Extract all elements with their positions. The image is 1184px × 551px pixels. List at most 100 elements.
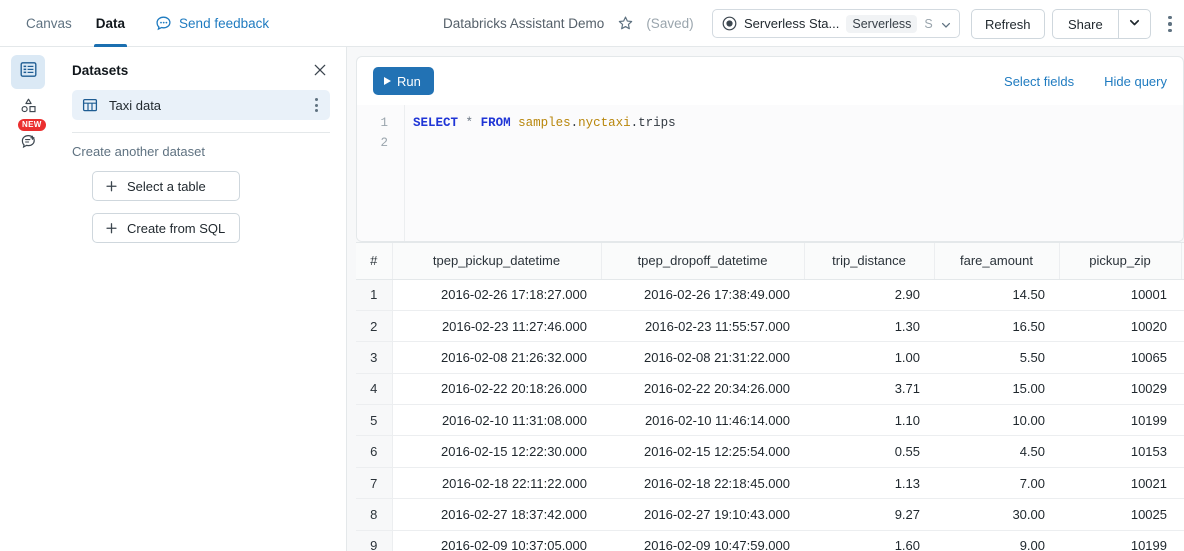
cell-fare-amount: 10.00 bbox=[934, 405, 1059, 436]
table-row[interactable]: 82016-02-27 18:37:42.0002016-02-27 19:10… bbox=[356, 499, 1184, 530]
running-circle-icon bbox=[722, 16, 737, 31]
cell-trip-distance: 2.90 bbox=[804, 279, 934, 310]
send-feedback-label: Send feedback bbox=[179, 16, 269, 31]
rail-item-assistant[interactable]: NEW bbox=[11, 127, 45, 161]
refresh-label: Refresh bbox=[985, 17, 1031, 32]
cell-trip-distance: 1.10 bbox=[804, 405, 934, 436]
cell-trip-distance: 0.55 bbox=[804, 436, 934, 467]
cell-index: 3 bbox=[356, 342, 392, 373]
cell-pickup-datetime: 2016-02-09 10:37:05.000 bbox=[392, 530, 601, 551]
plus-icon bbox=[105, 180, 118, 193]
cell-pickup-datetime: 2016-02-27 18:37:42.000 bbox=[392, 499, 601, 530]
run-button[interactable]: Run bbox=[373, 67, 434, 95]
cell-fare-amount: 16.50 bbox=[934, 310, 1059, 341]
send-feedback-link[interactable]: Send feedback bbox=[155, 15, 269, 32]
cell-index: 9 bbox=[356, 530, 392, 551]
compute-selector[interactable]: Serverless Sta... Serverless S bbox=[712, 9, 960, 38]
document-title-group: Databricks Assistant Demo (Saved) bbox=[443, 0, 694, 47]
share-dropdown-button[interactable] bbox=[1118, 9, 1151, 39]
cell-dropoff-datetime: 2016-02-18 22:18:45.000 bbox=[601, 467, 804, 498]
column-header-pickup-datetime[interactable]: tpep_pickup_datetime bbox=[392, 243, 601, 279]
new-badge: NEW bbox=[18, 119, 46, 131]
rail-item-datasets[interactable] bbox=[11, 55, 45, 89]
code-line: 1 SELECT * FROM samples.nyctaxi.trips bbox=[357, 113, 1183, 133]
sql-code-editor[interactable]: 1 SELECT * FROM samples.nyctaxi.trips 2 bbox=[357, 105, 1183, 242]
cell-pickup-datetime: 2016-02-23 11:27:46.000 bbox=[392, 310, 601, 341]
cell-pickup-zip: 10029 bbox=[1059, 373, 1181, 404]
dataset-item-label: Taxi data bbox=[109, 98, 311, 113]
hide-query-link[interactable]: Hide query bbox=[1104, 74, 1167, 89]
kebab-menu-icon bbox=[1168, 16, 1172, 20]
cell-fare-amount: 5.50 bbox=[934, 342, 1059, 373]
cell-index: 5 bbox=[356, 405, 392, 436]
table-row[interactable]: 12016-02-26 17:18:27.0002016-02-26 17:38… bbox=[356, 279, 1184, 310]
cell-pickup-zip: 10199 bbox=[1059, 405, 1181, 436]
table-row[interactable]: 72016-02-18 22:11:22.0002016-02-18 22:18… bbox=[356, 467, 1184, 498]
results-table-head: # tpep_pickup_datetime tpep_dropoff_date… bbox=[356, 243, 1184, 279]
table-row[interactable]: 32016-02-08 21:26:32.0002016-02-08 21:31… bbox=[356, 342, 1184, 373]
select-a-table-button[interactable]: Select a table bbox=[92, 171, 240, 201]
share-button[interactable]: Share bbox=[1052, 9, 1118, 39]
cell-trip-distance: 1.30 bbox=[804, 310, 934, 341]
datasets-panel: Datasets Taxi data Create another datase… bbox=[56, 47, 347, 551]
chevron-down-icon bbox=[1128, 16, 1141, 32]
speech-bubble-icon bbox=[155, 15, 172, 32]
tab-bar: Canvas Data Send feedback bbox=[0, 0, 269, 47]
play-icon bbox=[384, 77, 391, 85]
line-number: 2 bbox=[357, 133, 397, 153]
cell-trip-distance: 1.00 bbox=[804, 342, 934, 373]
cell-dropoff-datetime: 2016-02-23 11:55:57.000 bbox=[601, 310, 804, 341]
saved-status: (Saved) bbox=[646, 16, 693, 31]
dataset-item-taxi-data[interactable]: Taxi data bbox=[72, 90, 330, 120]
table-row[interactable]: 42016-02-22 20:18:26.0002016-02-22 20:34… bbox=[356, 373, 1184, 404]
cell-dropoff-datetime: 2016-02-26 17:38:49.000 bbox=[601, 279, 804, 310]
cell-index: 6 bbox=[356, 436, 392, 467]
cell-trip-distance: 3.71 bbox=[804, 373, 934, 404]
cell-pickup-datetime: 2016-02-26 17:18:27.000 bbox=[392, 279, 601, 310]
results-table-body: 12016-02-26 17:18:27.0002016-02-26 17:38… bbox=[356, 279, 1184, 551]
cell-pickup-zip: 10065 bbox=[1059, 342, 1181, 373]
cell-dropoff-datetime: 2016-02-08 21:31:22.000 bbox=[601, 342, 804, 373]
tab-data[interactable]: Data bbox=[84, 0, 137, 47]
top-bar: Canvas Data Send feedback Databricks Ass… bbox=[0, 0, 1184, 47]
line-number: 1 bbox=[357, 113, 397, 133]
select-fields-link[interactable]: Select fields bbox=[1004, 74, 1074, 89]
cell-fare-amount: 14.50 bbox=[934, 279, 1059, 310]
code-line: 2 bbox=[357, 133, 1183, 153]
tab-canvas[interactable]: Canvas bbox=[14, 0, 84, 47]
refresh-button[interactable]: Refresh bbox=[971, 9, 1045, 39]
close-icon[interactable] bbox=[310, 60, 330, 80]
table-row[interactable]: 22016-02-23 11:27:46.0002016-02-23 11:55… bbox=[356, 310, 1184, 341]
star-outline-icon[interactable] bbox=[615, 14, 635, 34]
query-editor-card: Run Select fields Hide query 1 SELECT * … bbox=[356, 56, 1184, 242]
cell-pickup-datetime: 2016-02-08 21:26:32.000 bbox=[392, 342, 601, 373]
tab-canvas-label: Canvas bbox=[26, 16, 72, 31]
table-row[interactable]: 62016-02-15 12:22:30.0002016-02-15 12:25… bbox=[356, 436, 1184, 467]
column-header-dropoff-datetime[interactable]: tpep_dropoff_datetime bbox=[601, 243, 804, 279]
more-options-button[interactable] bbox=[1160, 12, 1180, 36]
results-table-container[interactable]: # tpep_pickup_datetime tpep_dropoff_date… bbox=[356, 242, 1184, 551]
dataset-item-menu-button[interactable] bbox=[311, 94, 322, 116]
create-from-sql-button[interactable]: Create from SQL bbox=[92, 213, 240, 243]
cell-index: 1 bbox=[356, 279, 392, 310]
table-icon bbox=[82, 97, 98, 113]
column-header-fare-amount[interactable]: fare_amount bbox=[934, 243, 1059, 279]
compute-type-badge: Serverless bbox=[846, 15, 917, 33]
main-content: Run Select fields Hide query 1 SELECT * … bbox=[347, 47, 1184, 551]
share-label: Share bbox=[1068, 17, 1103, 32]
column-header-trip-distance[interactable]: trip_distance bbox=[804, 243, 934, 279]
column-header-pickup-zip[interactable]: pickup_zip bbox=[1059, 243, 1181, 279]
cell-fare-amount: 4.50 bbox=[934, 436, 1059, 467]
cell-pickup-zip: 10001 bbox=[1059, 279, 1181, 310]
cell-fare-amount: 9.00 bbox=[934, 530, 1059, 551]
icon-rail: NEW bbox=[0, 47, 56, 551]
query-toolbar-links: Select fields Hide query bbox=[1004, 74, 1167, 89]
cell-pickup-datetime: 2016-02-22 20:18:26.000 bbox=[392, 373, 601, 404]
cell-trip-distance: 1.13 bbox=[804, 467, 934, 498]
table-row[interactable]: 92016-02-09 10:37:05.0002016-02-09 10:47… bbox=[356, 530, 1184, 551]
cell-pickup-zip: 10199 bbox=[1059, 530, 1181, 551]
shapes-widgets-icon bbox=[19, 96, 38, 120]
select-a-table-label: Select a table bbox=[127, 179, 206, 194]
column-header-index[interactable]: # bbox=[356, 243, 392, 279]
table-row[interactable]: 52016-02-10 11:31:08.0002016-02-10 11:46… bbox=[356, 405, 1184, 436]
